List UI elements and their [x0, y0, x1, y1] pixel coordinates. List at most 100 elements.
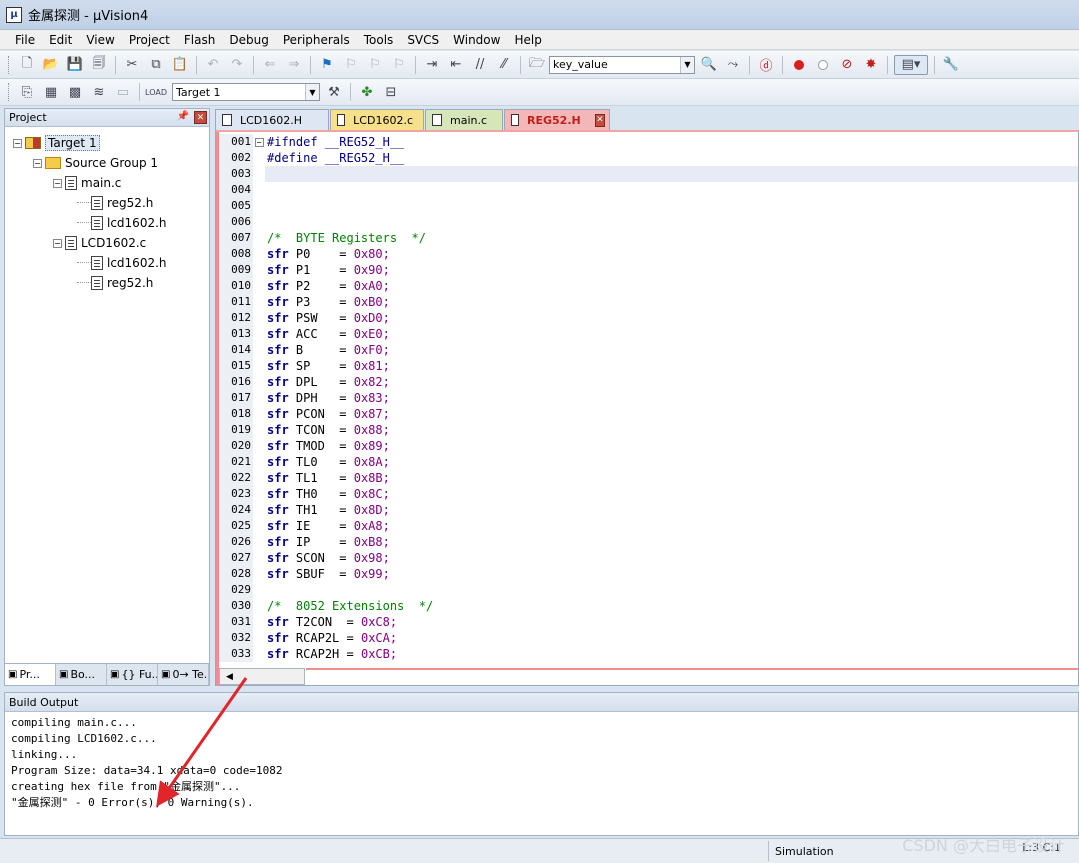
menu-project[interactable]: Project [122, 33, 177, 47]
code-line[interactable]: 023 sfr TH0 = 0x8C; [219, 486, 1078, 502]
code-line[interactable]: 012 sfr PSW = 0xD0; [219, 310, 1078, 326]
cut-icon[interactable]: ✂ [122, 55, 142, 75]
build-output-text[interactable]: compiling main.c... compiling LCD1602.c..… [5, 712, 1078, 811]
save-icon[interactable]: 💾 [65, 55, 85, 75]
editor-tab-main-c[interactable]: main.c [425, 109, 503, 130]
insert-breakpoint-icon[interactable] [789, 55, 809, 75]
code-line[interactable]: 021 sfr TL0 = 0x8A; [219, 454, 1078, 470]
select-packs-icon[interactable]: ⊟ [381, 82, 401, 102]
horizontal-scrollbar[interactable]: ◀ [219, 668, 305, 685]
unindent-icon[interactable]: ⇤ [446, 55, 466, 75]
rebuild-icon[interactable]: ▩ [65, 82, 85, 102]
disable-all-breakpoints-icon[interactable]: ⊘ [837, 55, 857, 75]
code-line[interactable]: 003 [219, 166, 1078, 182]
uncomment-icon[interactable]: ⁄⁄ [494, 55, 514, 75]
debug-session-icon[interactable]: ⓓ [756, 55, 776, 75]
manage-components-icon[interactable]: ✤ [357, 82, 377, 102]
clear-bookmarks-icon[interactable]: ⚐ [389, 55, 409, 75]
menu-peripherals[interactable]: Peripherals [276, 33, 357, 47]
menu-view[interactable]: View [79, 33, 121, 47]
code-line[interactable]: 014 sfr B = 0xF0; [219, 342, 1078, 358]
find-in-files-icon[interactable]: 🗁 [527, 55, 547, 75]
stop-build-icon[interactable]: ▭ [113, 82, 133, 102]
menu-debug[interactable]: Debug [222, 33, 275, 47]
batch-build-icon[interactable]: ≋ [89, 82, 109, 102]
code-line[interactable]: 029 [219, 582, 1078, 598]
code-line[interactable]: 002 #define __REG52_H__ [219, 150, 1078, 166]
comment-icon[interactable]: // [470, 55, 490, 75]
code-line[interactable]: 026 sfr IP = 0xB8; [219, 534, 1078, 550]
code-line[interactable]: 004 [219, 182, 1078, 198]
collapse-toggle-icon[interactable]: − [33, 158, 42, 168]
code-line[interactable]: 024 sfr TH1 = 0x8D; [219, 502, 1078, 518]
tree-item-lcd1602-c[interactable]: − LCD1602.c [5, 233, 209, 253]
code-line[interactable]: 028 sfr SBUF = 0x99; [219, 566, 1078, 582]
find-icon[interactable]: 🔍 [699, 55, 719, 75]
nav-back-icon[interactable]: ⇐ [260, 55, 280, 75]
paste-icon[interactable]: 📋 [170, 55, 190, 75]
menu-tools[interactable]: Tools [357, 33, 401, 47]
project-tab-0[interactable]: ▣ Pr... [5, 664, 56, 685]
kill-all-breakpoints-icon[interactable]: ✸ [861, 55, 881, 75]
tree-item-source-group-1[interactable]: − Source Group 1 [5, 153, 209, 173]
code-line[interactable]: 015 sfr SP = 0x81; [219, 358, 1078, 374]
code-line[interactable]: 001− #ifndef __REG52_H__ [219, 134, 1078, 150]
save-all-icon[interactable]: 🗐 [89, 55, 109, 75]
project-tab-1[interactable]: ▣ Bo... [56, 664, 107, 685]
tree-item-lcd1602-h[interactable]: lcd1602.h [5, 213, 209, 233]
open-folder-icon[interactable]: 📂 [41, 55, 61, 75]
menu-file[interactable]: File [8, 33, 42, 47]
fold-toggle-icon[interactable]: − [254, 137, 264, 147]
next-bookmark-icon[interactable]: ⚐ [365, 55, 385, 75]
menu-window[interactable]: Window [446, 33, 507, 47]
collapse-toggle-icon[interactable]: − [13, 138, 22, 148]
code-line[interactable]: 011 sfr P3 = 0xB0; [219, 294, 1078, 310]
code-line[interactable]: 022 sfr TL1 = 0x8B; [219, 470, 1078, 486]
code-line[interactable]: 013 sfr ACC = 0xE0; [219, 326, 1078, 342]
prev-bookmark-icon[interactable]: ⚐ [341, 55, 361, 75]
redo-icon[interactable]: ↷ [227, 55, 247, 75]
collapse-toggle-icon[interactable]: − [53, 238, 62, 248]
build-icon[interactable]: ▦ [41, 82, 61, 102]
code-line[interactable]: 030 /* 8052 Extensions */ [219, 598, 1078, 614]
code-line[interactable]: 019 sfr TCON = 0x88; [219, 422, 1078, 438]
nav-forward-icon[interactable]: ⇒ [284, 55, 304, 75]
collapse-toggle-icon[interactable]: − [53, 178, 62, 188]
bookmark-icon[interactable]: ⚑ [317, 55, 337, 75]
tree-item-reg52-h[interactable]: reg52.h [5, 193, 209, 213]
chevron-down-icon[interactable]: ▼ [305, 84, 319, 100]
undo-icon[interactable]: ↶ [203, 55, 223, 75]
code-area[interactable]: 001− #ifndef __REG52_H__ 002 #define __REG5… [219, 134, 1078, 662]
editor-tab-lcd1602-h[interactable]: LCD1602.H [215, 109, 329, 130]
editor-tab-lcd1602-c[interactable]: LCD1602.c [330, 109, 424, 130]
code-editor[interactable]: 001− #ifndef __REG52_H__ 002 #define __REG5… [215, 130, 1079, 686]
code-line[interactable]: 006 [219, 214, 1078, 230]
tree-item-lcd1602-h[interactable]: lcd1602.h [5, 253, 209, 273]
tree-item-main-c[interactable]: − main.c [5, 173, 209, 193]
translate-icon[interactable]: ⎘ [17, 82, 37, 102]
menu-flash[interactable]: Flash [177, 33, 222, 47]
project-tab-2[interactable]: ▣{} Fu... [107, 664, 158, 685]
code-line[interactable]: 018 sfr PCON = 0x87; [219, 406, 1078, 422]
code-line[interactable]: 032 sfr RCAP2L = 0xCA; [219, 630, 1078, 646]
menu-help[interactable]: Help [507, 33, 548, 47]
code-line[interactable]: 017 sfr DPH = 0x83; [219, 390, 1078, 406]
code-line[interactable]: 025 sfr IE = 0xA8; [219, 518, 1078, 534]
editor-tab-reg52-h[interactable]: REG52.H ✕ [504, 109, 610, 130]
code-line[interactable]: 031 sfr T2CON = 0xC8; [219, 614, 1078, 630]
enable-breakpoint-icon[interactable] [813, 55, 833, 75]
target-options-icon[interactable]: ⚒ [324, 82, 344, 102]
code-line[interactable]: 008 sfr P0 = 0x80; [219, 246, 1078, 262]
code-line[interactable]: 033 sfr RCAP2H = 0xCB; [219, 646, 1078, 662]
chevron-down-icon[interactable]: ▼ [680, 56, 694, 73]
new-file-icon[interactable]: 🗋 [17, 55, 37, 75]
toolbar-grip[interactable] [8, 83, 11, 101]
close-icon[interactable]: ✕ [194, 111, 207, 124]
pin-icon[interactable]: 📌 [177, 111, 189, 122]
menu-svcs[interactable]: SVCS [400, 33, 446, 47]
close-tab-icon[interactable]: ✕ [594, 113, 605, 127]
incremental-find-icon[interactable]: ⤳ [723, 55, 743, 75]
copy-icon[interactable]: ⧉ [146, 55, 166, 75]
code-line[interactable]: 020 sfr TMOD = 0x89; [219, 438, 1078, 454]
download-icon[interactable]: LOAD [145, 82, 167, 102]
